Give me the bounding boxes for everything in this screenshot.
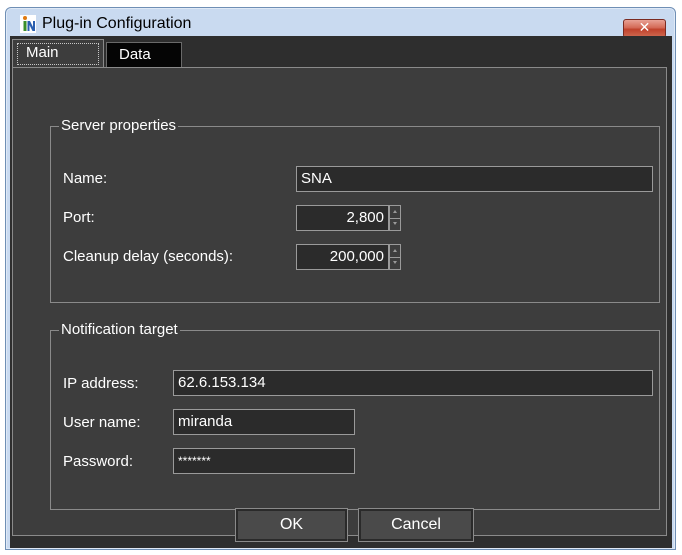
password-field[interactable]: ******* <box>173 448 355 474</box>
password-label: Password: <box>63 453 134 470</box>
port-label: Port: <box>63 209 95 226</box>
cleanup-delay-field[interactable]: 200,000 <box>296 244 389 270</box>
dialog-window: Plug-in Configuration ✕ Main Data Server… <box>5 7 676 550</box>
cleanup-decrement-icon[interactable] <box>390 257 400 269</box>
tab-data[interactable]: Data <box>106 42 182 67</box>
iN-logo-icon <box>20 15 36 33</box>
close-icon: ✕ <box>638 20 651 36</box>
name-field[interactable]: SNA <box>296 166 653 192</box>
cleanup-delay-label: Cleanup delay (seconds): <box>63 248 234 265</box>
port-stepper[interactable] <box>389 205 401 231</box>
tab-main-label: Main <box>26 44 59 61</box>
dialog-client-area: Main Data Server properties Name: SNA Po… <box>10 36 672 548</box>
ip-address-label: IP address: <box>63 375 139 392</box>
name-label: Name: <box>63 170 108 187</box>
ip-address-field[interactable]: 62.6.153.134 <box>173 370 653 396</box>
user-name-label: User name: <box>63 414 141 431</box>
cleanup-delay-stepper[interactable] <box>389 244 401 270</box>
window-title: Plug-in Configuration <box>42 15 192 32</box>
main-tab-panel: Server properties Name: SNA Port: 2,800 … <box>12 67 667 542</box>
tab-main[interactable]: Main <box>12 39 104 67</box>
title-bar[interactable]: Plug-in Configuration ✕ <box>6 8 675 38</box>
tab-data-label: Data <box>119 46 151 63</box>
server-properties-title: Server properties <box>59 117 179 135</box>
port-field[interactable]: 2,800 <box>296 205 389 231</box>
port-decrement-icon[interactable] <box>390 218 400 230</box>
notification-target-title: Notification target <box>59 321 180 339</box>
ok-button[interactable]: OK <box>235 508 348 542</box>
notification-target-group: Notification target <box>50 321 660 510</box>
user-name-field[interactable]: miranda <box>173 409 355 435</box>
cancel-button[interactable]: Cancel <box>358 508 474 542</box>
